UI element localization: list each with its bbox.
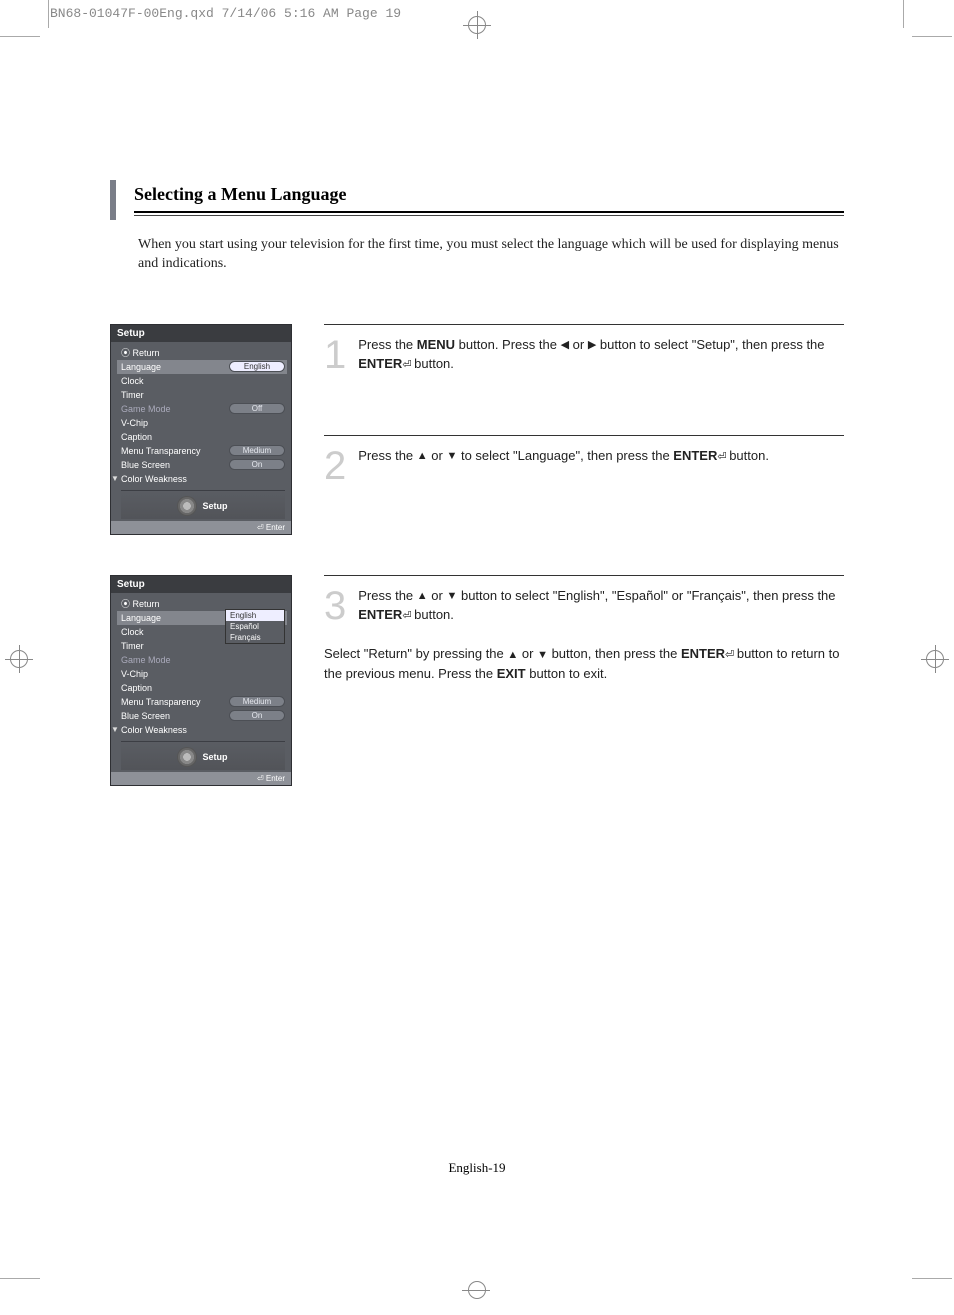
crop-mark [48,0,49,28]
osd-item: Menu Transparency [121,697,229,707]
registration-mark-icon [462,1290,490,1291]
osd-screenshot-2: Setup ⦿ Return Language Clock Timer Game… [110,575,292,786]
enter-icon: ⏎ [717,449,725,466]
step-3-text: Press the ▲ or ▼ button to select "Engli… [324,586,844,684]
osd-footer: ⏎ Enter [111,772,291,785]
osd-item: Language [121,362,229,372]
osd-item: V-Chip [121,669,285,679]
osd-item: Color Weakness [121,474,285,484]
osd-title: Setup [111,576,291,593]
registration-mark-icon [926,650,944,668]
osd-value: Medium [229,696,285,707]
osd-item: Game Mode [121,655,285,665]
osd-item: Caption [121,432,285,442]
osd-item: Menu Transparency [121,446,229,456]
osd-value: English [229,361,285,372]
osd-footer: ⏎ Enter [111,521,291,534]
crop-mark [903,0,904,28]
osd-item: V-Chip [121,418,285,428]
enter-icon: ⏎ [725,647,733,664]
gear-icon [178,748,196,766]
dropdown-option: Français [226,632,284,643]
left-arrow-icon: ◀ [561,337,569,354]
osd-screenshot-1: Setup ⦿ Return LanguageEnglish Clock Tim… [110,324,292,535]
dropdown-option: Español [226,621,284,632]
osd-category-label: Setup [202,501,227,511]
enter-icon: ⏎ [402,608,410,625]
step-3-row: Setup ⦿ Return Language Clock Timer Game… [110,575,844,786]
osd-item: Caption [121,683,285,693]
osd-value: On [229,710,285,721]
registration-mark-icon [10,650,28,668]
down-arrow-icon: ▼ [537,647,548,664]
language-dropdown: English Español Français [225,609,285,644]
up-arrow-icon: ▲ [417,588,428,605]
enter-icon: ⏎ [402,357,410,374]
osd-value: Off [229,403,285,414]
page-content: Selecting a Menu Language When you start… [110,180,844,786]
crop-mark [912,1278,952,1279]
step-number: 3 [324,586,346,626]
crop-mark [0,36,40,37]
dropdown-option: English [226,610,284,621]
down-arrow-icon: ▼ [446,588,457,605]
section-title: Selecting a Menu Language [134,184,844,205]
osd-category-label: Setup [202,752,227,762]
osd-title: Setup [111,325,291,342]
osd-item: Color Weakness [121,725,285,735]
crop-mark [0,1278,40,1279]
down-arrow-icon: ▼ [446,448,457,465]
step-2-text: Press the ▲ or ▼ to select "Language", t… [324,446,844,466]
step-1-row: Setup ⦿ Return LanguageEnglish Clock Tim… [110,324,844,535]
intro-text: When you start using your television for… [138,236,844,274]
osd-item: Blue Screen [121,460,229,470]
registration-mark-icon [468,16,486,34]
prepress-header: BN68-01047F-00Eng.qxd 7/14/06 5:16 AM Pa… [50,6,401,21]
osd-item: Clock [121,376,285,386]
page-number: English-19 [0,1160,954,1176]
osd-item: Game Mode [121,404,229,414]
step-number: 1 [324,335,346,375]
osd-value: On [229,459,285,470]
osd-item: ⦿ Return [121,346,285,359]
osd-item: Timer [121,390,285,400]
gear-icon [178,497,196,515]
up-arrow-icon: ▲ [417,448,428,465]
step-1-text: Press the MENU button. Press the ◀ or ▶ … [324,335,844,374]
step-number: 2 [324,446,346,486]
osd-value: Medium [229,445,285,456]
crop-mark [912,36,952,37]
section-header: Selecting a Menu Language [110,180,844,220]
osd-item: Blue Screen [121,711,229,721]
up-arrow-icon: ▲ [507,647,518,664]
